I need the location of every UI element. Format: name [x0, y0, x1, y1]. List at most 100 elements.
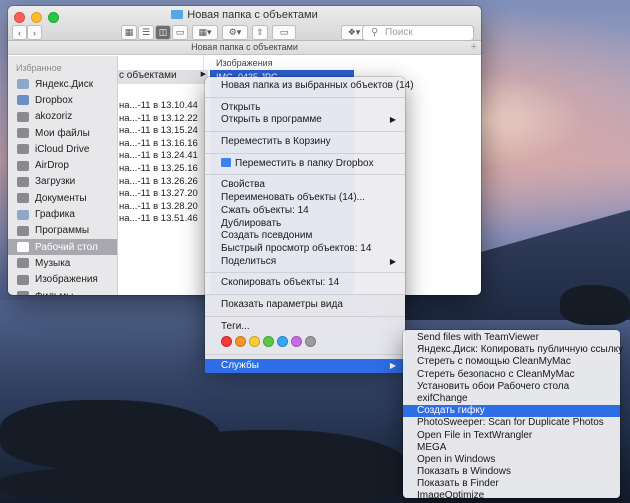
service-menu-item[interactable]: Стереть с помощью CleanMyMac — [403, 356, 620, 368]
menu-item-move-to-dropbox[interactable]: Переместить в папку Dropbox — [205, 157, 405, 171]
menu-separator — [205, 152, 405, 154]
service-menu-item[interactable]: ImageOptimize — [403, 490, 620, 502]
menu-item-tags[interactable]: Теги... — [205, 321, 405, 334]
submenu-arrow-icon: ▶ — [389, 256, 396, 266]
service-menu-item[interactable]: Open File in TextWrangler — [403, 430, 620, 442]
menu-item-quick-look[interactable]: Быстрый просмотр объектов: 14 — [205, 243, 405, 256]
menu-item-new-folder[interactable]: Новая папка из выбранных объектов (14) — [205, 80, 414, 93]
tag-color-dot[interactable] — [221, 336, 232, 348]
grid-icon: ▦ — [124, 27, 134, 37]
sidebar-item-label: Музыка — [35, 257, 71, 269]
menu-item-duplicate[interactable]: Дублировать — [205, 218, 405, 231]
view-columns-button[interactable]: ◫ — [155, 25, 171, 40]
sidebar-item[interactable]: Изображения — [8, 272, 117, 288]
tag-icon: ▭ — [279, 27, 289, 37]
service-menu-item[interactable]: Установить обои Рабочего стола — [403, 381, 620, 393]
service-menu-item[interactable]: MEGA — [403, 442, 620, 454]
list-item[interactable]: на...-11 в 13.24.41 — [118, 150, 198, 163]
sidebar-item[interactable]: Загрузки — [8, 174, 117, 190]
menu-item-copy[interactable]: Скопировать объекты: 14 — [205, 277, 405, 290]
menu-item-share[interactable]: Поделиться ▶ — [205, 256, 405, 269]
arrange-button[interactable]: ▦▾ — [192, 25, 218, 40]
sidebar-item[interactable]: akozoriz — [8, 109, 117, 125]
sidebar-item[interactable]: AirDrop — [8, 157, 117, 173]
tag-color-dot[interactable] — [291, 336, 302, 348]
menu-item-properties[interactable]: Свойства — [205, 179, 405, 192]
downloads-icon — [17, 176, 29, 187]
share-button[interactable]: ⇧ — [252, 25, 268, 40]
menu-separator — [205, 174, 405, 176]
sidebar-section-header: Избранное — [16, 63, 62, 73]
sidebar-item[interactable]: Dropbox — [8, 92, 117, 108]
wallpaper-rock — [0, 465, 400, 503]
view-icons-button[interactable]: ▦ — [121, 25, 137, 40]
sidebar-item[interactable]: Графика — [8, 206, 117, 222]
service-menu-item[interactable]: Стереть безопасно с CleanMyMac — [403, 369, 620, 381]
sidebar-item[interactable]: iCloud Drive — [8, 141, 117, 157]
action-button[interactable]: ⚙▾ — [222, 25, 248, 40]
files-icon — [17, 128, 29, 139]
tag-color-dot[interactable] — [235, 336, 246, 348]
arrange-icon: ▦▾ — [198, 27, 212, 37]
search-input[interactable]: ⚲ Поиск — [362, 25, 474, 41]
list-item[interactable]: на...-11 в 13.15.24 — [118, 125, 198, 138]
sidebar-item-label: Мои файлы — [35, 127, 90, 139]
tag-color-row — [205, 333, 405, 350]
search-icon: ⚲ — [371, 27, 379, 38]
service-menu-item[interactable]: Показать в Finder — [403, 478, 620, 490]
list-item[interactable]: на...-11 в 13.16.16 — [118, 138, 198, 151]
view-list-button[interactable]: ☰ — [138, 25, 154, 40]
sidebar-item[interactable]: Яндекс.Диск — [8, 76, 117, 92]
forward-button[interactable]: › — [27, 25, 42, 40]
toolbar: ‹ › ▦ ☰ ◫ ▭ ▦▾ ⚙▾ ⇧ ▭ ❖▾ ⚲ Поиск — [8, 25, 481, 41]
context-menu: Новая папка из выбранных объектов (14) О… — [205, 77, 414, 374]
documents-icon — [17, 193, 29, 204]
back-button[interactable]: ‹ — [12, 25, 27, 40]
menu-item-make-alias[interactable]: Создать псевдоним — [205, 230, 405, 243]
menu-item-rename[interactable]: Переименовать объекты (14)... — [205, 192, 405, 205]
menu-separator — [205, 96, 405, 98]
sidebar-item[interactable]: Программы — [8, 223, 117, 239]
list-item[interactable]: на...-11 в 13.26.26 — [118, 176, 198, 189]
sidebar-item-label: Яндекс.Диск — [35, 78, 94, 90]
list-item[interactable]: на...-11 в 13.25.16 — [118, 163, 198, 176]
dropbox-icon — [17, 95, 29, 106]
sidebar-item-label: AirDrop — [35, 160, 69, 172]
menu-item-services[interactable]: Службы ▶ — [205, 359, 405, 374]
menu-item-open-with[interactable]: Открыть в программе ▶ — [205, 114, 405, 127]
service-menu-item[interactable]: Показать в Windows — [403, 466, 620, 478]
window-title: Новая папка с объектами — [8, 9, 481, 21]
sidebar-item[interactable]: Фильмы — [8, 288, 117, 295]
tag-color-dot[interactable] — [263, 336, 274, 348]
list-item[interactable]: на...-11 в 13.10.44 — [118, 100, 198, 113]
dropbox-icon — [221, 157, 231, 167]
service-menu-item[interactable]: Создать гифку — [403, 405, 620, 418]
menu-item-view-options[interactable]: Показать параметры вида — [205, 299, 405, 312]
list-item[interactable]: на...-11 в 13.12.22 — [118, 113, 198, 126]
service-menu-item[interactable]: PhotoSweeper: Scan for Duplicate Photos — [403, 417, 620, 429]
tab-title[interactable]: Новая папка с объектами — [191, 42, 298, 52]
list-item[interactable]: на...-11 в 13.28.20 — [118, 201, 198, 214]
view-gallery-button[interactable]: ▭ — [172, 25, 188, 40]
service-menu-item[interactable]: Send files with TeamViewer — [403, 332, 620, 344]
list-item[interactable]: на...-11 в 13.27.20 — [118, 188, 198, 201]
list-item[interactable]: на...-11 в 13.51.46 — [118, 213, 198, 226]
menu-item-open[interactable]: Открыть — [205, 102, 405, 115]
menu-item-compress[interactable]: Сжать объекты: 14 — [205, 205, 405, 218]
sidebar-item[interactable]: Мои файлы — [8, 125, 117, 141]
service-menu-item[interactable]: Яндекс.Диск: Копировать публичную ссылку — [403, 344, 623, 356]
service-menu-item[interactable]: exifChange — [403, 393, 620, 405]
service-menu-item[interactable]: Open in Windows — [403, 454, 620, 466]
tag-color-dot[interactable] — [249, 336, 260, 348]
menu-item-move-to-trash[interactable]: Переместить в Корзину — [205, 136, 405, 149]
tag-button[interactable]: ▭ — [272, 25, 296, 40]
sidebar-item[interactable]: Документы — [8, 190, 117, 206]
tag-color-dot[interactable] — [305, 336, 316, 348]
new-tab-button[interactable]: + — [471, 41, 477, 54]
sidebar-item[interactable]: Музыка — [8, 255, 117, 271]
sidebar-item[interactable]: Рабочий стол — [8, 238, 117, 256]
parent-folder-row[interactable]: с объектами ▶ — [118, 70, 208, 84]
music-icon — [17, 258, 29, 269]
tag-color-dot[interactable] — [277, 336, 288, 348]
chevron-right-icon: › — [33, 27, 36, 38]
